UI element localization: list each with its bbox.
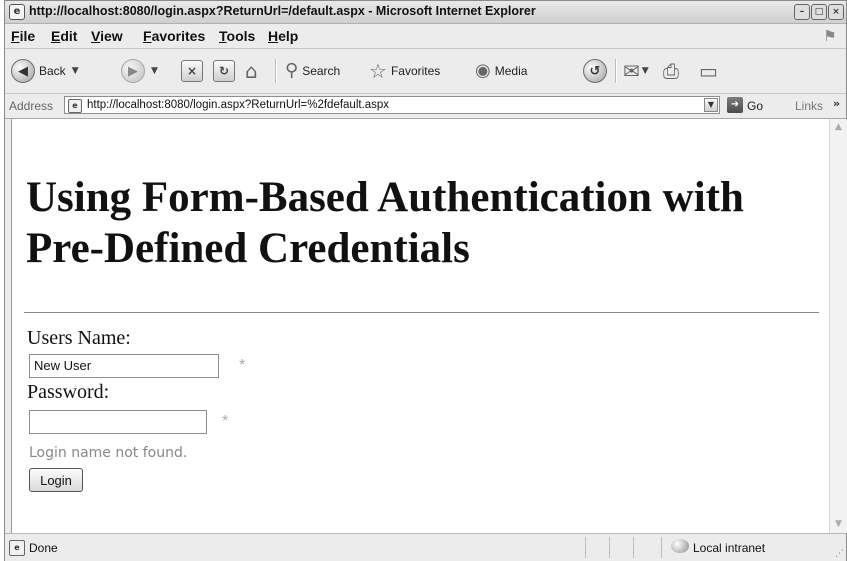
- address-label: Address: [9, 99, 54, 113]
- username-label: Users Name:: [27, 327, 131, 349]
- edit-page-icon: ▭: [699, 59, 718, 83]
- page-status-icon: e: [9, 540, 25, 556]
- address-dropdown-icon[interactable]: ▼: [704, 98, 718, 112]
- address-field[interactable]: e http://localhost:8080/login.aspx?Retur…: [64, 96, 720, 114]
- edit-button[interactable]: ▭: [699, 58, 718, 84]
- login-button[interactable]: Login: [29, 468, 83, 492]
- links-label[interactable]: Links: [795, 99, 823, 113]
- status-text: Done: [29, 541, 58, 555]
- intranet-zone-icon: [671, 539, 689, 553]
- page-content: Using Form-Based Authentication with Pre…: [11, 119, 830, 533]
- menu-edit[interactable]: Edit: [51, 28, 77, 44]
- security-zone-label: Local intranet: [693, 541, 766, 555]
- ie-page-icon: e: [9, 4, 25, 20]
- status-divider: [661, 537, 662, 558]
- history-icon: ↺: [583, 59, 607, 83]
- forward-dropdown-icon[interactable]: ▼: [151, 66, 158, 76]
- media-button[interactable]: ◉ Media: [475, 58, 527, 84]
- refresh-icon: ↻: [213, 60, 235, 82]
- standard-toolbar: ◀ Back ▼ ▶ ▼ × ↻ ⌂ ⚲ Search ☆ Favorites …: [5, 49, 846, 94]
- menu-file[interactable]: File: [11, 28, 35, 44]
- menu-tools[interactable]: Tools: [219, 28, 255, 44]
- mail-icon: ✉: [623, 59, 640, 83]
- browser-window: e http://localhost:8080/login.aspx?Retur…: [4, 0, 847, 561]
- refresh-button[interactable]: ↻: [213, 58, 235, 84]
- go-arrow-icon[interactable]: ➜: [727, 97, 743, 113]
- page-title: Using Form-Based Authentication with Pre…: [26, 174, 744, 272]
- printer-icon: ⎙: [663, 59, 679, 83]
- star-icon: ☆: [369, 59, 387, 83]
- vertical-scrollbar[interactable]: ▲ ▼: [829, 119, 847, 533]
- search-label: Search: [302, 64, 341, 78]
- menu-help[interactable]: Help: [268, 28, 298, 44]
- stop-icon: ×: [181, 60, 203, 82]
- title-bar: e http://localhost:8080/login.aspx?Retur…: [5, 1, 846, 24]
- media-label: Media: [494, 64, 528, 78]
- media-icon: ◉: [475, 60, 491, 81]
- forward-button[interactable]: ▶ ▼: [121, 58, 158, 84]
- resize-grip-icon[interactable]: ⋰: [835, 549, 844, 559]
- favorites-label: Favorites: [390, 64, 441, 78]
- status-divider: [633, 537, 634, 558]
- go-button[interactable]: Go: [747, 99, 763, 113]
- status-bar: e Done Local intranet ⋰: [5, 533, 846, 561]
- page-icon: e: [68, 99, 82, 113]
- forward-arrow-icon: ▶: [121, 59, 145, 83]
- search-button[interactable]: ⚲ Search: [285, 58, 340, 84]
- home-button[interactable]: ⌂: [245, 58, 258, 84]
- password-input[interactable]: [29, 410, 207, 434]
- window-controls: – □ ×: [794, 4, 844, 20]
- login-error-message: Login name not found.: [29, 445, 188, 461]
- window-title: http://localhost:8080/login.aspx?ReturnU…: [29, 4, 536, 18]
- windows-logo-icon: ⚑: [823, 27, 837, 45]
- menu-bar: File Edit View Favorites Tools Help ⚑: [5, 24, 846, 49]
- history-button[interactable]: ↺: [583, 58, 607, 84]
- back-arrow-icon: ◀: [11, 59, 35, 83]
- back-button[interactable]: ◀ Back ▼: [11, 58, 79, 84]
- print-button[interactable]: ⎙: [663, 58, 679, 84]
- menu-view[interactable]: View: [91, 28, 123, 44]
- stop-button[interactable]: ×: [181, 58, 203, 84]
- address-bar: Address e http://localhost:8080/login.as…: [5, 94, 846, 119]
- mail-dropdown-icon[interactable]: ▼: [642, 66, 649, 76]
- close-icon[interactable]: ×: [828, 4, 844, 20]
- password-required-marker: *: [222, 413, 229, 430]
- back-label: Back: [39, 64, 66, 78]
- maximize-icon[interactable]: □: [811, 4, 827, 20]
- username-input[interactable]: New User: [29, 354, 219, 378]
- search-icon: ⚲: [285, 60, 299, 81]
- username-required-marker: *: [239, 357, 246, 374]
- toolbar-separator: [275, 59, 277, 83]
- mail-button[interactable]: ✉ ▼: [623, 58, 649, 84]
- back-dropdown-icon[interactable]: ▼: [72, 66, 79, 76]
- horizontal-rule: [24, 312, 819, 313]
- status-divider: [585, 537, 586, 558]
- menu-favorites[interactable]: Favorites: [143, 28, 205, 44]
- password-label: Password:: [27, 381, 110, 403]
- links-chevron-icon[interactable]: »: [833, 97, 840, 110]
- toolbar-separator: [615, 59, 617, 83]
- minimize-icon[interactable]: –: [794, 4, 810, 20]
- favorites-button[interactable]: ☆ Favorites: [369, 58, 440, 84]
- home-icon: ⌂: [245, 59, 258, 83]
- scroll-down-icon[interactable]: ▼: [830, 516, 847, 533]
- status-divider: [609, 537, 610, 558]
- address-url[interactable]: http://localhost:8080/login.aspx?ReturnU…: [87, 99, 389, 111]
- scroll-up-icon[interactable]: ▲: [830, 119, 847, 136]
